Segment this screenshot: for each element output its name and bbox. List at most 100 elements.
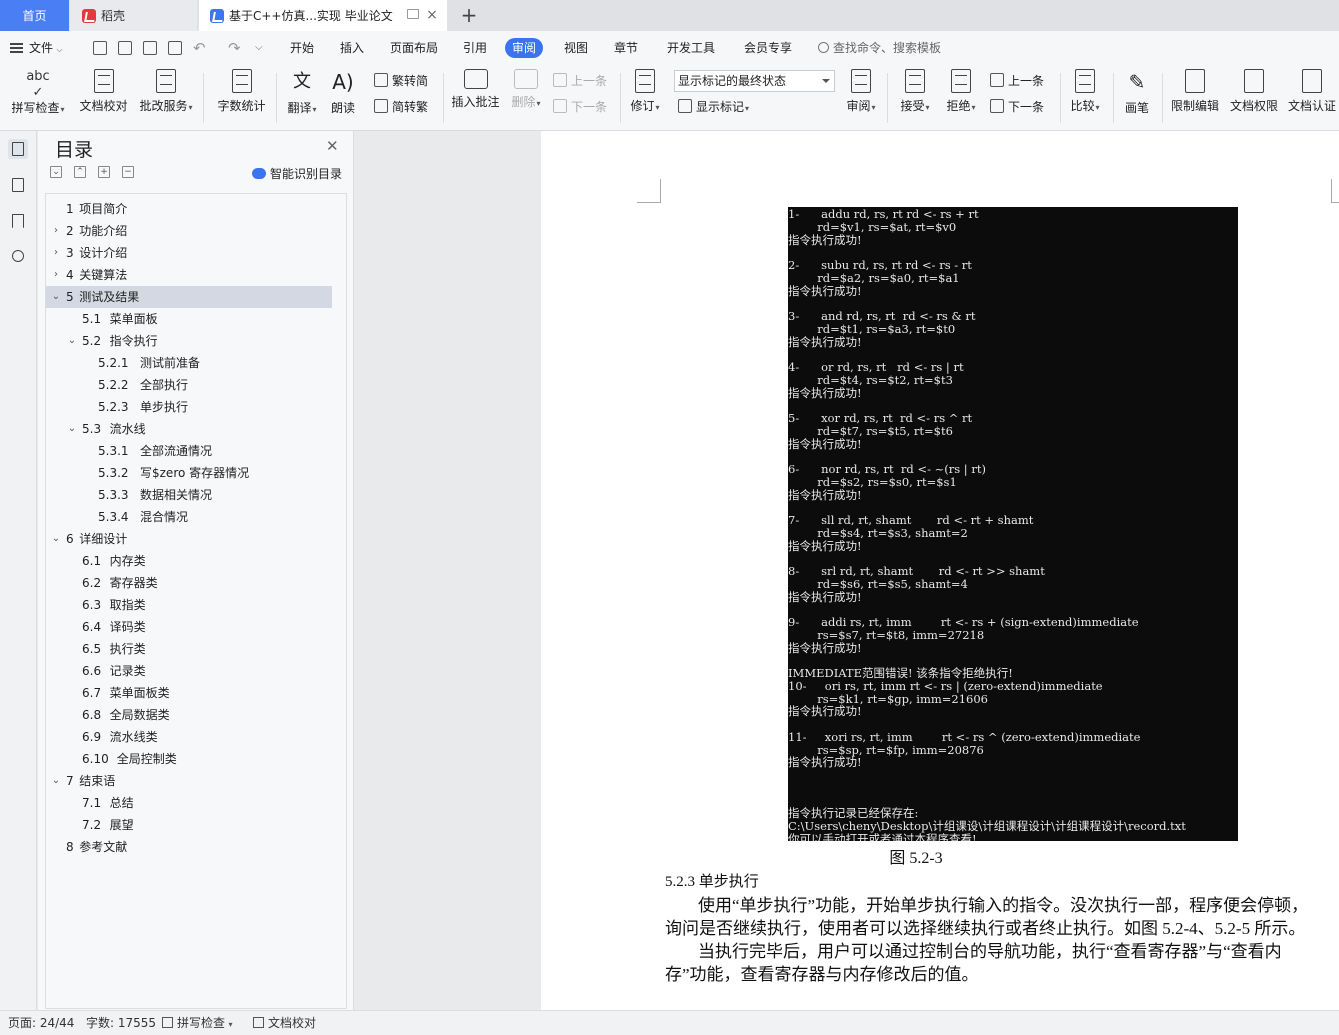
print-preview-icon[interactable] [168, 41, 182, 55]
toc-item[interactable]: 6.8 全局数据类 [46, 704, 332, 726]
prev-comment-button[interactable]: 上一条 [553, 71, 607, 91]
export-icon[interactable] [118, 41, 132, 55]
tab-daoke[interactable]: 稻壳 [70, 0, 197, 31]
toc-item[interactable]: 6.9 流水线类 [46, 726, 332, 748]
smart-toc-button[interactable]: 智能识别目录 [252, 165, 342, 182]
spell-check-button[interactable]: abc ✓ 拼写检查▾ [8, 69, 68, 116]
toc-item[interactable]: 5.3.3 数据相关情况 [46, 484, 332, 506]
tab-view[interactable]: 视图 [557, 38, 595, 58]
bookmark-icon[interactable] [8, 211, 28, 231]
compare-button[interactable]: 比较▾ [1066, 69, 1104, 114]
tab-page-layout[interactable]: 页面布局 [383, 38, 445, 58]
remove-heading-icon[interactable]: − [122, 166, 134, 178]
window-mode-icon[interactable] [407, 9, 419, 19]
chevron-down-icon[interactable]: ⌄ [66, 330, 78, 352]
customize-chevron-icon[interactable]: ⌵ [255, 31, 263, 65]
insert-comment-button[interactable]: 插入批注 [448, 69, 503, 110]
word-count-button[interactable]: 字数统计 [214, 69, 269, 114]
toc-item[interactable]: 6.6 记录类 [46, 660, 332, 682]
tab-insert[interactable]: 插入 [333, 38, 371, 58]
toc-item[interactable]: 7.2 展望 [46, 814, 332, 836]
prev-change-button[interactable]: 上一条 [990, 71, 1044, 91]
next-change-button[interactable]: 下一条 [990, 97, 1044, 117]
chevron-down-icon[interactable]: ⌄ [66, 418, 78, 440]
trad-to-simp-button[interactable]: 繁转简 [374, 71, 428, 91]
toc-item[interactable]: ⌄ 6 详细设计 [46, 528, 332, 550]
print-icon[interactable] [143, 41, 157, 55]
toc-item[interactable]: 8 参考文献 [46, 836, 332, 858]
tab-member[interactable]: 会员专享 [737, 38, 799, 58]
show-markup-button[interactable]: 显示标记▾ [678, 97, 749, 117]
doc-auth-button[interactable]: 文档认证 [1285, 69, 1339, 114]
chapter-nav-icon[interactable] [8, 175, 28, 195]
toc-item[interactable]: 5.3.4 混合情况 [46, 506, 332, 528]
toc-item[interactable]: 5.3.2 写$zero 寄存器情况 [46, 462, 332, 484]
toc-item[interactable]: › 3 设计介绍 [46, 242, 332, 264]
close-icon[interactable]: ✕ [326, 137, 339, 155]
close-tab-icon[interactable]: × [425, 8, 439, 22]
chevron-right-icon[interactable]: › [50, 220, 62, 242]
read-aloud-button[interactable]: A) 朗读 [327, 69, 359, 116]
undo-icon[interactable]: ↶ [193, 31, 206, 65]
collapse-all-icon[interactable]: ⌄ [50, 166, 62, 178]
toc-item[interactable]: 6.4 译码类 [46, 616, 332, 638]
tab-review[interactable]: 审阅 [505, 38, 544, 58]
tab-start[interactable]: 开始 [283, 38, 321, 58]
toc-item[interactable]: ⌄ 5.3 流水线 [46, 418, 332, 440]
tab-chapter[interactable]: 章节 [607, 38, 645, 58]
document-page[interactable]: 1- addu rd, rs, rt rd <- rs + rt rd=$v1,… [541, 131, 1339, 1010]
spell-check-status[interactable]: 拼写检查 ▾ [162, 1011, 233, 1035]
toc-item[interactable]: ⌄ 7 结束语 [46, 770, 332, 792]
reject-button[interactable]: 拒绝▾ [942, 69, 980, 114]
toc-item[interactable]: 6.1 内存类 [46, 550, 332, 572]
correction-service-button[interactable]: 批改服务▾ [136, 69, 196, 114]
toc-item[interactable]: 5.2.2 全部执行 [46, 374, 332, 396]
expand-all-icon[interactable]: ⌃ [74, 166, 86, 178]
revise-button[interactable]: 修订▾ [627, 69, 663, 114]
toc-item[interactable]: 6.2 寄存器类 [46, 572, 332, 594]
page-indicator[interactable]: 页面: 24/44 [8, 1011, 74, 1035]
redo-icon[interactable]: ↷ [228, 31, 241, 65]
toc-item[interactable]: 1 项目简介 [46, 198, 332, 220]
toc-item[interactable]: 6.3 取指类 [46, 594, 332, 616]
toc-panel-icon[interactable] [8, 139, 28, 159]
toc-item[interactable]: 6.7 菜单面板类 [46, 682, 332, 704]
toc-item[interactable]: 7.1 总结 [46, 792, 332, 814]
next-comment-button[interactable]: 下一条 [553, 97, 607, 117]
toc-item[interactable]: 6.10 全局控制类 [46, 748, 332, 770]
simp-to-trad-button[interactable]: 简转繁 [374, 97, 428, 117]
new-tab-button[interactable]: + [458, 3, 480, 27]
toc-item[interactable]: ⌄ 5 测试及结果 [46, 286, 332, 308]
save-icon[interactable] [93, 41, 107, 55]
tab-document[interactable]: 基于C++仿真...实现 毕业论文 × [199, 0, 447, 31]
markup-state-select[interactable]: 显示标记的最终状态 [674, 70, 835, 92]
pen-button[interactable]: ✎ 画笔 [1120, 69, 1154, 116]
chevron-down-icon[interactable]: ⌄ [50, 770, 62, 792]
tab-developer[interactable]: 开发工具 [660, 38, 722, 58]
doc-proof-status[interactable]: 文档校对 [253, 1011, 316, 1035]
translate-button[interactable]: 文 翻译▾ [283, 69, 321, 116]
word-count-status[interactable]: 字数: 17555 [86, 1011, 156, 1035]
add-heading-icon[interactable]: + [98, 166, 110, 178]
tab-references[interactable]: 引用 [456, 38, 494, 58]
file-menu[interactable]: 文件 ⌵ [10, 31, 63, 65]
toc-item[interactable]: › 4 关键算法 [46, 264, 332, 286]
toc-item[interactable]: 5.3.1 全部流通情况 [46, 440, 332, 462]
toc-item[interactable]: 5.2.3 单步执行 [46, 396, 332, 418]
chevron-right-icon[interactable]: › [50, 242, 62, 264]
toc-item[interactable]: ⌄ 5.2 指令执行 [46, 330, 332, 352]
search-icon[interactable] [8, 247, 28, 267]
toc-item[interactable]: › 2 功能介绍 [46, 220, 332, 242]
tab-home[interactable]: 首页 [0, 0, 69, 31]
toc-item[interactable]: 5.2.1 测试前准备 [46, 352, 332, 374]
delete-comment-button[interactable]: 删除▾ [508, 69, 544, 110]
chevron-down-icon[interactable]: ⌄ [50, 286, 62, 308]
doc-proof-button[interactable]: 文档校对 [76, 69, 131, 114]
doc-permission-button[interactable]: 文档权限 [1227, 69, 1281, 114]
command-search[interactable]: 查找命令、搜索模板 [818, 38, 941, 58]
toc-item[interactable]: 6.5 执行类 [46, 638, 332, 660]
chevron-down-icon[interactable]: ⌄ [50, 528, 62, 550]
accept-button[interactable]: 接受▾ [896, 69, 934, 114]
review-pane-button[interactable]: 审阅▾ [843, 69, 879, 114]
chevron-right-icon[interactable]: › [50, 264, 62, 286]
